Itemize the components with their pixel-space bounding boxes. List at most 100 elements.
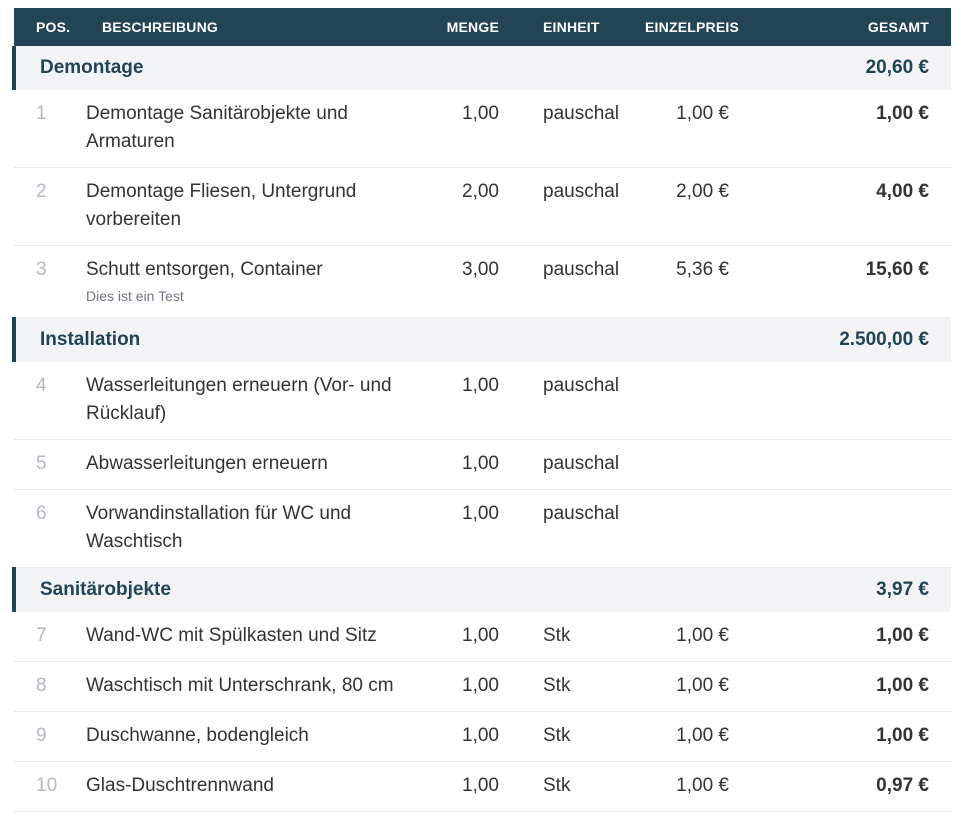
quote-table: POS. BESCHREIBUNG MENGE EINHEIT EINZELPR…	[12, 8, 951, 812]
group-name: Demontage	[12, 46, 775, 90]
item-total: 1,00 €	[775, 661, 951, 712]
item-description-text: Duschwanne, bodengleich	[86, 725, 309, 746]
item-quantity: 1,00	[426, 612, 521, 662]
item-total	[775, 362, 951, 440]
item-unit: Stk	[521, 711, 645, 762]
item-unit: pauschal	[521, 245, 645, 318]
header-unit-price: EINZELPREIS	[645, 19, 739, 35]
item-unit-price: 1,00 €	[645, 711, 775, 762]
item-description: Abwasserleitungen erneuern	[86, 439, 426, 490]
table-row[interactable]: 3 Schutt entsorgen, Container Dies ist e…	[14, 245, 951, 318]
item-total: 0,97 €	[775, 761, 951, 812]
item-description-text: Schutt entsorgen, Container	[86, 259, 323, 280]
item-pos: 7	[14, 612, 86, 662]
header-total: GESAMT	[867, 19, 929, 35]
table-body: Demontage 20,60 € 1 Demontage Sanitärobj…	[12, 46, 951, 812]
item-description-text: Abwasserleitungen erneuern	[86, 453, 328, 474]
table-row[interactable]: 2 Demontage Fliesen, Untergrund vorberei…	[14, 167, 951, 246]
item-note: Dies ist ein Test	[86, 288, 184, 304]
item-quantity: 1,00	[426, 90, 521, 168]
header-quantity: MENGE	[446, 19, 499, 35]
item-quantity: 1,00	[426, 362, 521, 440]
item-description: Vorwandinstallation für WC und Waschtisc…	[86, 489, 426, 568]
item-unit: pauschal	[521, 489, 645, 568]
item-pos: 1	[14, 90, 86, 168]
quote-table-container: POS. BESCHREIBUNG MENGE EINHEIT EINZELPR…	[12, 8, 951, 812]
item-pos: 2	[14, 167, 86, 246]
item-total	[775, 439, 951, 490]
item-description: Glas-Duschtrennwand	[86, 761, 426, 812]
group-total: 20,60 €	[775, 46, 951, 90]
item-description-text: Demontage Fliesen, Untergrund vorbereite…	[86, 181, 357, 230]
table-row[interactable]: 10 Glas-Duschtrennwand 1,00 Stk 1,00 € 0…	[14, 761, 951, 812]
table-row[interactable]: 1 Demontage Sanitärobjekte und Armaturen…	[14, 90, 951, 168]
item-description-text: Wand-WC mit Spülkasten und Sitz	[86, 625, 377, 646]
item-total: 1,00 €	[775, 711, 951, 762]
header-pos: POS.	[36, 19, 71, 35]
header-description: BESCHREIBUNG	[102, 19, 218, 35]
item-unit-price: 1,00 €	[645, 612, 775, 662]
table-row[interactable]: 9 Duschwanne, bodengleich 1,00 Stk 1,00 …	[14, 711, 951, 762]
item-unit: pauschal	[521, 90, 645, 168]
table-row[interactable]: 6 Vorwandinstallation für WC und Waschti…	[14, 489, 951, 568]
item-unit: pauschal	[521, 362, 645, 440]
item-total: 15,60 €	[775, 245, 951, 318]
item-description: Duschwanne, bodengleich	[86, 711, 426, 762]
group-row-demontage[interactable]: Demontage 20,60 €	[12, 46, 951, 90]
item-unit-price: 5,36 €	[645, 245, 775, 318]
item-description-text: Wasserleitungen erneuern (Vor- und Rückl…	[86, 375, 392, 424]
item-unit-price: 1,00 €	[645, 761, 775, 812]
item-description: Demontage Sanitärobjekte und Armaturen	[86, 90, 426, 168]
group-total: 3,97 €	[775, 567, 951, 612]
item-unit-price	[645, 362, 775, 440]
item-unit-price	[645, 439, 775, 490]
item-description-text: Vorwandinstallation für WC und Waschtisc…	[86, 503, 352, 552]
group-name: Sanitärobjekte	[12, 567, 775, 612]
item-unit: Stk	[521, 761, 645, 812]
header-unit: EINHEIT	[543, 19, 600, 35]
item-unit: Stk	[521, 612, 645, 662]
item-unit-price: 2,00 €	[645, 167, 775, 246]
item-description: Schutt entsorgen, Container Dies ist ein…	[86, 245, 426, 318]
group-row-installation[interactable]: Installation 2.500,00 €	[12, 317, 951, 362]
item-total	[775, 489, 951, 568]
item-pos: 4	[14, 362, 86, 440]
item-description: Waschtisch mit Unterschrank, 80 cm	[86, 661, 426, 712]
table-row[interactable]: 7 Wand-WC mit Spülkasten und Sitz 1,00 S…	[14, 612, 951, 662]
item-description-text: Glas-Duschtrennwand	[86, 775, 274, 796]
item-unit-price: 1,00 €	[645, 90, 775, 168]
item-unit: Stk	[521, 661, 645, 712]
header-row: POS. BESCHREIBUNG MENGE EINHEIT EINZELPR…	[14, 8, 951, 46]
group-row-sanitaerobjekte[interactable]: Sanitärobjekte 3,97 €	[12, 567, 951, 612]
item-total: 4,00 €	[775, 167, 951, 246]
item-description: Wand-WC mit Spülkasten und Sitz	[86, 612, 426, 662]
item-pos: 5	[14, 439, 86, 490]
item-total: 1,00 €	[775, 612, 951, 662]
item-quantity: 1,00	[426, 661, 521, 712]
table-row[interactable]: 5 Abwasserleitungen erneuern 1,00 pausch…	[14, 439, 951, 490]
item-unit-price: 1,00 €	[645, 661, 775, 712]
table-row[interactable]: 8 Waschtisch mit Unterschrank, 80 cm 1,0…	[14, 661, 951, 712]
group-total: 2.500,00 €	[775, 317, 951, 362]
item-unit: pauschal	[521, 167, 645, 246]
item-quantity: 1,00	[426, 761, 521, 812]
item-quantity: 3,00	[426, 245, 521, 318]
item-quantity: 1,00	[426, 439, 521, 490]
item-description-text: Waschtisch mit Unterschrank, 80 cm	[86, 675, 394, 696]
item-description: Wasserleitungen erneuern (Vor- und Rückl…	[86, 362, 426, 440]
item-pos: 6	[14, 489, 86, 568]
item-pos: 9	[14, 711, 86, 762]
item-unit: pauschal	[521, 439, 645, 490]
item-unit-price	[645, 489, 775, 568]
item-pos: 3	[14, 245, 86, 318]
item-total: 1,00 €	[775, 90, 951, 168]
item-quantity: 1,00	[426, 489, 521, 568]
item-quantity: 2,00	[426, 167, 521, 246]
item-pos: 8	[14, 661, 86, 712]
item-description-text: Demontage Sanitärobjekte und Armaturen	[86, 103, 348, 152]
table-row[interactable]: 4 Wasserleitungen erneuern (Vor- und Rüc…	[14, 362, 951, 440]
item-quantity: 1,00	[426, 711, 521, 762]
table-header: POS. BESCHREIBUNG MENGE EINHEIT EINZELPR…	[14, 8, 951, 46]
item-description: Demontage Fliesen, Untergrund vorbereite…	[86, 167, 426, 246]
item-pos: 10	[14, 761, 86, 812]
